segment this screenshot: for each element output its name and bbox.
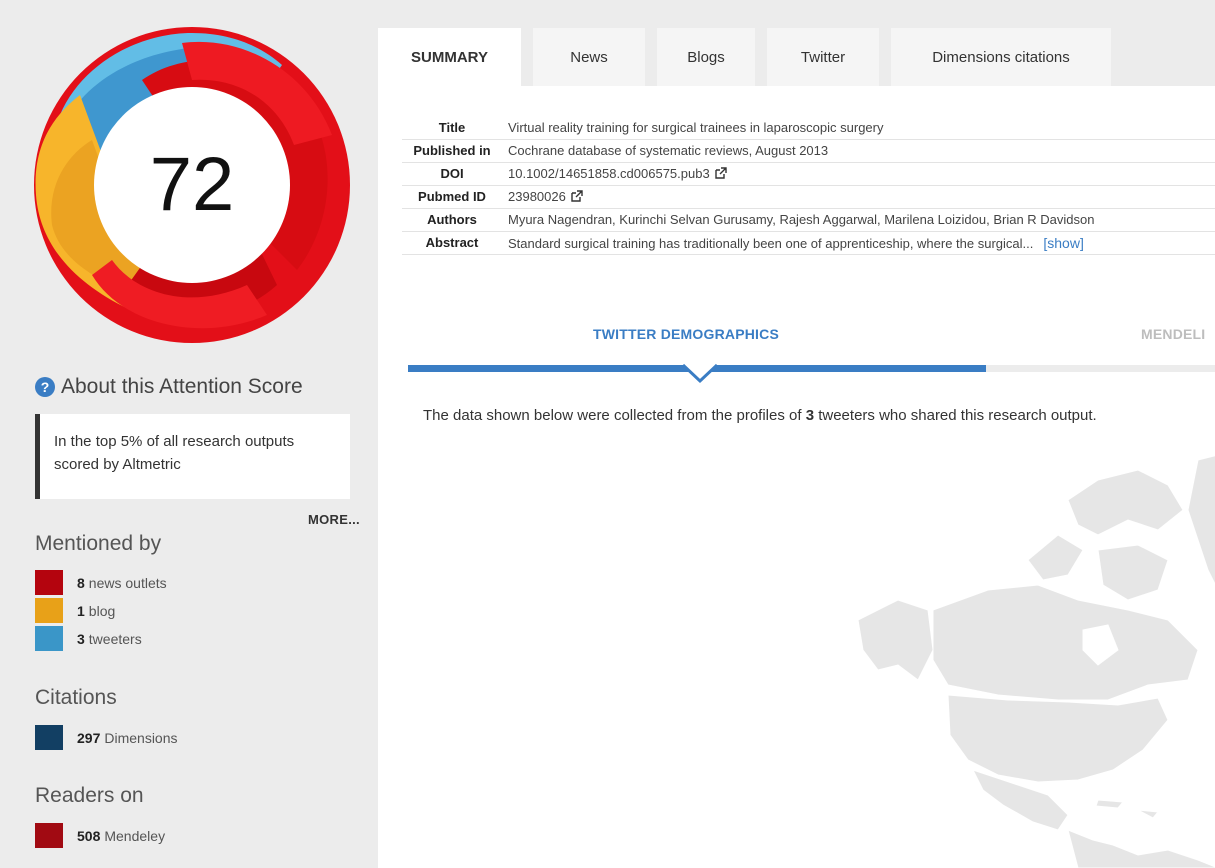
pubmed-link[interactable]: 23980026 [508, 189, 566, 204]
news-count: 8 [77, 574, 85, 591]
help-icon: ? [35, 377, 55, 397]
reader-row-mendeley[interactable]: 508 Mendeley [35, 823, 165, 848]
tweeters-count: 3 [77, 630, 85, 647]
tab-bar: SUMMARY News Blogs Twitter Dimensions ci… [378, 28, 1215, 86]
mendeley-label: Mendeley [104, 827, 166, 844]
published-key: Published in [402, 139, 502, 163]
table-row: Abstract Standard surgical training has … [402, 231, 1215, 255]
published-value: Cochrane database of systematic reviews,… [502, 139, 1215, 163]
citations-title: Citations [35, 686, 117, 709]
tab-mendeley-demographics[interactable]: MENDELI [1141, 326, 1205, 342]
top-strip [378, 0, 1215, 28]
demographics-description: The data shown below were collected from… [423, 407, 1097, 424]
dimensions-swatch [35, 725, 63, 750]
authors-key: Authors [402, 208, 502, 232]
demo-text-before: The data shown below were collected from… [423, 407, 806, 424]
mention-row-news[interactable]: 8 news outlets [35, 570, 167, 595]
dimensions-label: Dimensions [104, 729, 178, 746]
mention-row-blog[interactable]: 1 blog [35, 598, 115, 623]
world-map [857, 455, 1215, 868]
tab-summary[interactable]: SUMMARY [378, 28, 521, 86]
tab-twitter[interactable]: Twitter [767, 28, 879, 86]
citation-row-dimensions[interactable]: 297 Dimensions [35, 725, 178, 750]
mendeley-swatch [35, 823, 63, 848]
abstract-key: Abstract [402, 231, 502, 255]
donut-graphic: 72 [34, 27, 350, 343]
readers-title: Readers on [35, 784, 144, 807]
tweeters-swatch [35, 626, 63, 651]
mentioned-by-title: Mentioned by [35, 532, 162, 555]
external-link-icon[interactable] [715, 167, 727, 179]
mendeley-count: 508 [77, 827, 101, 844]
title-key: Title [402, 116, 502, 140]
external-link-icon[interactable] [571, 190, 583, 202]
mention-row-tweeters[interactable]: 3 tweeters [35, 626, 142, 651]
news-label: news outlets [88, 574, 167, 591]
abstract-value: Standard surgical training has tradition… [508, 235, 1034, 251]
news-swatch [35, 570, 63, 595]
tab-indicator-notch-icon [683, 363, 717, 384]
demographics-tabs: TWITTER DEMOGRAPHICS MENDELI [408, 326, 1215, 346]
table-row: Title Virtual reality training for surgi… [402, 116, 1215, 140]
tweeters-label: tweeters [88, 630, 142, 647]
rank-text: In the top 5% of all research outputs sc… [54, 433, 295, 473]
tab-twitter-demographics[interactable]: TWITTER DEMOGRAPHICS [593, 326, 779, 342]
title-value: Virtual reality training for surgical tr… [502, 116, 1215, 140]
tab-news[interactable]: News [533, 28, 645, 86]
doi-key: DOI [402, 162, 502, 186]
show-abstract-link[interactable]: [show] [1043, 235, 1083, 251]
rank-box: In the top 5% of all research outputs sc… [35, 414, 350, 499]
about-score-link[interactable]: ? About this Attention Score [35, 375, 303, 399]
tab-dimensions-citations[interactable]: Dimensions citations [891, 28, 1111, 86]
sidebar: 72 ? About this Attention Score In the t… [0, 0, 378, 868]
summary-table: Title Virtual reality training for surgi… [402, 116, 1215, 255]
main-panel: SUMMARY News Blogs Twitter Dimensions ci… [378, 0, 1215, 868]
pubmed-key: Pubmed ID [402, 185, 502, 209]
blog-label: blog [88, 602, 116, 619]
dimensions-count: 297 [77, 729, 101, 746]
table-row: Authors Myura Nagendran, Kurinchi Selvan… [402, 208, 1215, 232]
about-score-label: About this Attention Score [61, 375, 303, 398]
tab-blogs[interactable]: Blogs [657, 28, 755, 86]
table-row: DOI 10.1002/14651858.cd006575.pub3 [402, 162, 1215, 186]
table-row: Published in Cochrane database of system… [402, 139, 1215, 163]
doi-link[interactable]: 10.1002/14651858.cd006575.pub3 [508, 166, 710, 181]
authors-value: Myura Nagendran, Kurinchi Selvan Gurusam… [502, 208, 1215, 232]
table-row: Pubmed ID 23980026 [402, 185, 1215, 209]
demo-tweeter-count: 3 [805, 407, 815, 424]
more-link[interactable]: MORE... [308, 512, 360, 527]
demo-text-after: tweeters who shared this research output… [814, 407, 1097, 424]
score-value: 72 [150, 142, 235, 227]
blog-swatch [35, 598, 63, 623]
blog-count: 1 [77, 602, 85, 619]
attention-score-donut[interactable]: 72 [32, 25, 352, 345]
